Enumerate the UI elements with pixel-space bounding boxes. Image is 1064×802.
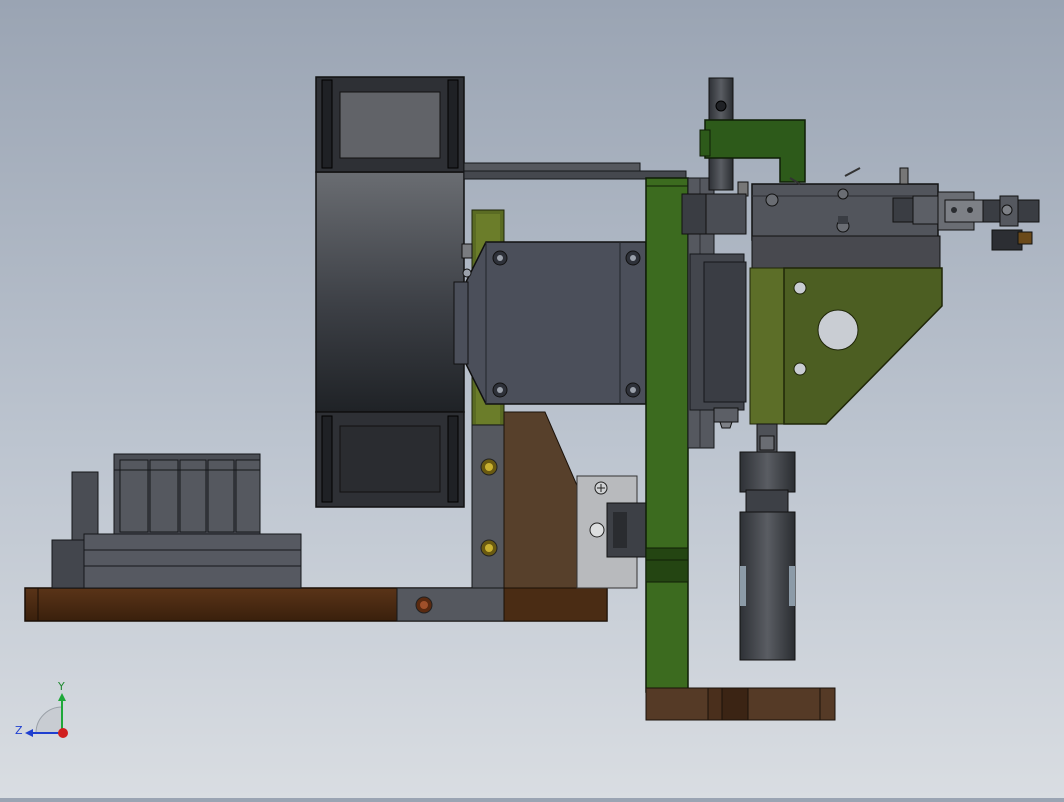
left-block-assembly[interactable] bbox=[51, 453, 302, 589]
z-axis-label: Z bbox=[15, 724, 23, 737]
x-axis-dot bbox=[58, 728, 68, 738]
y-axis-label: Y bbox=[57, 680, 65, 693]
gripper-head[interactable] bbox=[751, 167, 1040, 269]
green-upright-plate[interactable] bbox=[645, 177, 689, 693]
servo-motor[interactable] bbox=[453, 241, 647, 405]
roller-drum[interactable] bbox=[315, 76, 465, 508]
olive-triangle-bracket[interactable] bbox=[749, 267, 943, 425]
assembly-drawing: Y Z bbox=[15, 76, 1040, 738]
lower-cylinder[interactable] bbox=[739, 423, 796, 661]
upper-arm[interactable] bbox=[463, 162, 687, 180]
cad-viewport[interactable]: Y Z bbox=[0, 0, 1064, 798]
base-foot-right[interactable] bbox=[645, 687, 836, 721]
coordinate-triad: Y Z bbox=[15, 680, 68, 738]
linear-guide-block[interactable] bbox=[576, 475, 653, 589]
